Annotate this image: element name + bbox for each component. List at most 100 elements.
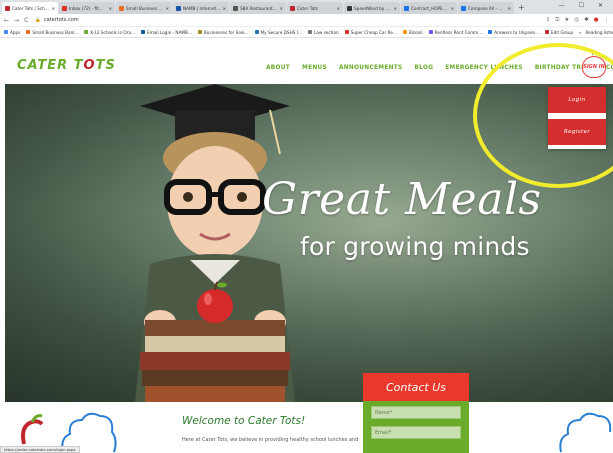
browser-address-bar: ← → C 🔒 catertots.com ⇪ ⚿ ★ ◎ ✱ ● ⋮ bbox=[0, 14, 613, 27]
tab-close-icon[interactable]: ✕ bbox=[223, 6, 226, 11]
bookmark-item[interactable]: My Secure DSHS I... bbox=[254, 30, 302, 35]
tab-close-icon[interactable]: ✕ bbox=[508, 6, 511, 11]
nav-link-about[interactable]: ABOUT bbox=[266, 65, 290, 71]
bookmark-item[interactable]: Rentless Rent Comm... bbox=[428, 29, 483, 35]
tab-close-icon[interactable]: ✕ bbox=[52, 6, 55, 11]
bookmark-label: Businesses for Sale... bbox=[203, 29, 249, 35]
bookmark-favicon-icon bbox=[26, 30, 31, 34]
tab-label: SpeedWord by Datalo... bbox=[354, 5, 392, 11]
profile-icon[interactable]: ● bbox=[594, 17, 599, 23]
tab-favicon-icon bbox=[233, 5, 238, 11]
window-controls[interactable]: — ☐ ✕ bbox=[559, 2, 609, 9]
browser-tab[interactable]: Cater Tots | School Lu...✕ bbox=[2, 2, 58, 14]
lock-icon: 🔒 bbox=[35, 17, 41, 23]
bookmark-label: Super Cheap Car Re... bbox=[350, 29, 397, 35]
nav-link-blog[interactable]: BLOG bbox=[414, 65, 433, 71]
browser-tab[interactable]: Contract_HOPE_09-1...✕ bbox=[401, 2, 457, 14]
bookmark-favicon-icon bbox=[197, 30, 202, 34]
bookmark-item[interactable]: Email Login - NAMB... bbox=[141, 30, 192, 35]
nav-link-menus[interactable]: MENUS bbox=[302, 65, 327, 71]
bookmark-item[interactable]: Small Business Banl... bbox=[26, 30, 78, 35]
share-icon[interactable]: ⇪ bbox=[546, 17, 551, 23]
bookmark-label: Bizonli bbox=[408, 29, 423, 35]
welcome-heading: Welcome to Cater Tots! bbox=[182, 415, 306, 427]
logo-text-a: CATER T bbox=[17, 58, 84, 73]
bookmarks-overflow-button[interactable]: » bbox=[579, 30, 582, 35]
tab-close-icon[interactable]: ✕ bbox=[451, 6, 454, 11]
bookmark-label: Rentless Rent Comm... bbox=[434, 29, 483, 35]
logo-text-b: T bbox=[95, 58, 106, 73]
tab-close-icon[interactable]: ✕ bbox=[280, 6, 283, 11]
contact-email-field[interactable]: Email* bbox=[371, 426, 461, 439]
logo-text-o1: O bbox=[83, 58, 96, 73]
bookmark-favicon-icon bbox=[545, 30, 549, 34]
back-icon[interactable]: ← bbox=[4, 17, 9, 24]
tab-label: Cater Tots | School Lu... bbox=[12, 5, 50, 11]
tab-label: Cater Tots bbox=[297, 5, 318, 11]
bookmark-favicon-icon bbox=[4, 30, 8, 34]
tab-favicon-icon bbox=[62, 5, 67, 11]
bookmark-favicon-icon bbox=[84, 30, 89, 34]
tab-close-icon[interactable]: ✕ bbox=[337, 6, 340, 11]
nav-link-announcements[interactable]: ANNOUNCEMENTS bbox=[339, 65, 403, 71]
tab-favicon-icon bbox=[461, 5, 466, 11]
bookmark-item[interactable]: Bizonli bbox=[402, 29, 423, 35]
bookmark-item[interactable]: Super Cheap Car Re... bbox=[344, 29, 397, 35]
tab-label: NAMB | Internet Pow... bbox=[183, 5, 221, 11]
bookmark-item[interactable]: Businesses for Sale... bbox=[197, 29, 249, 35]
browser-tab[interactable]: SpeedWord by Datalo...✕ bbox=[344, 2, 400, 14]
tab-favicon-icon bbox=[5, 5, 10, 11]
bookmark-favicon-icon bbox=[402, 30, 407, 34]
boy-with-books-image bbox=[135, 84, 295, 402]
bookmark-item[interactable]: Law section bbox=[307, 29, 339, 35]
browser-tab[interactable]: SBA Restaurant Bookin...✕ bbox=[230, 2, 286, 14]
new-tab-button[interactable]: + bbox=[518, 2, 525, 14]
bookmark-favicon-icon bbox=[254, 30, 259, 34]
bookmark-favicon-icon bbox=[488, 30, 493, 34]
tab-favicon-icon bbox=[404, 5, 409, 11]
browser-tab[interactable]: Cater Tots ✕ bbox=[287, 2, 343, 14]
browser-tab[interactable]: Compose All - ... ✕ bbox=[458, 2, 514, 14]
url-input[interactable]: 🔒 catertots.com bbox=[33, 15, 545, 25]
hero-title: Great Meals bbox=[262, 174, 542, 225]
puzzle-icon[interactable]: ✱ bbox=[584, 17, 589, 23]
extension-icon[interactable]: ◎ bbox=[574, 17, 579, 23]
reading-list-button[interactable]: Reading list bbox=[586, 30, 610, 35]
forward-icon[interactable]: → bbox=[14, 17, 19, 24]
menu-icon[interactable]: ⋮ bbox=[604, 17, 610, 23]
bookmark-label: Small Business Banl... bbox=[32, 29, 79, 35]
tab-favicon-icon bbox=[176, 5, 181, 11]
bookmark-item[interactable]: K-12 Schools in Ora... bbox=[84, 30, 135, 35]
tab-close-icon[interactable]: ✕ bbox=[394, 6, 397, 11]
browser-status-url: https://order.catertots.com/login.aspx bbox=[0, 446, 80, 453]
hero-subtitle: for growing minds bbox=[300, 232, 530, 261]
bookmarks-bar: Apps Small Business Banl... K-12 Schools i… bbox=[0, 27, 613, 38]
browser-tab[interactable]: NAMB | Internet Pow...✕ bbox=[173, 2, 229, 14]
contact-name-field[interactable]: Name* bbox=[371, 406, 461, 419]
browser-tab[interactable]: Small Business Banki...✕ bbox=[116, 2, 172, 14]
bookmark-item[interactable]: Apps bbox=[4, 30, 20, 35]
bookmark-label: Answers to Unpaire... bbox=[494, 29, 539, 35]
reload-icon[interactable]: C bbox=[24, 17, 28, 24]
tab-label: Compose All - ... bbox=[468, 5, 503, 11]
bookmark-label: Apps bbox=[10, 29, 21, 35]
bookmark-item[interactable]: Answers to Unpaire... bbox=[488, 30, 539, 35]
cater-tots-logo[interactable]: CATER TOTS bbox=[17, 58, 116, 73]
tab-favicon-icon bbox=[119, 5, 124, 11]
tab-close-icon[interactable]: ✕ bbox=[109, 6, 112, 11]
url-text: catertots.com bbox=[43, 17, 79, 23]
browser-tab[interactable]: Inbox (72) - fit@caterto...✕ bbox=[59, 2, 115, 14]
logo-text-o2: S bbox=[105, 58, 116, 73]
tab-favicon-icon bbox=[290, 5, 295, 11]
bookmark-favicon-icon bbox=[428, 30, 433, 34]
tab-label: SBA Restaurant Bookin... bbox=[240, 5, 278, 11]
tab-close-icon[interactable]: ✕ bbox=[166, 6, 169, 11]
contact-title: Contact Us bbox=[363, 373, 469, 401]
key-icon[interactable]: ⚿ bbox=[555, 17, 559, 24]
browser-tab-strip: Cater Tots | School Lu...✕Inbox (72) - f… bbox=[0, 0, 613, 14]
tab-label: Contract_HOPE_09-1... bbox=[411, 5, 449, 11]
bookmark-label: Law section bbox=[313, 29, 339, 35]
star-icon[interactable]: ★ bbox=[564, 17, 569, 23]
cloud-doodle-right-icon bbox=[559, 412, 612, 453]
contact-panel: Contact Us Name* Email* bbox=[363, 373, 469, 453]
